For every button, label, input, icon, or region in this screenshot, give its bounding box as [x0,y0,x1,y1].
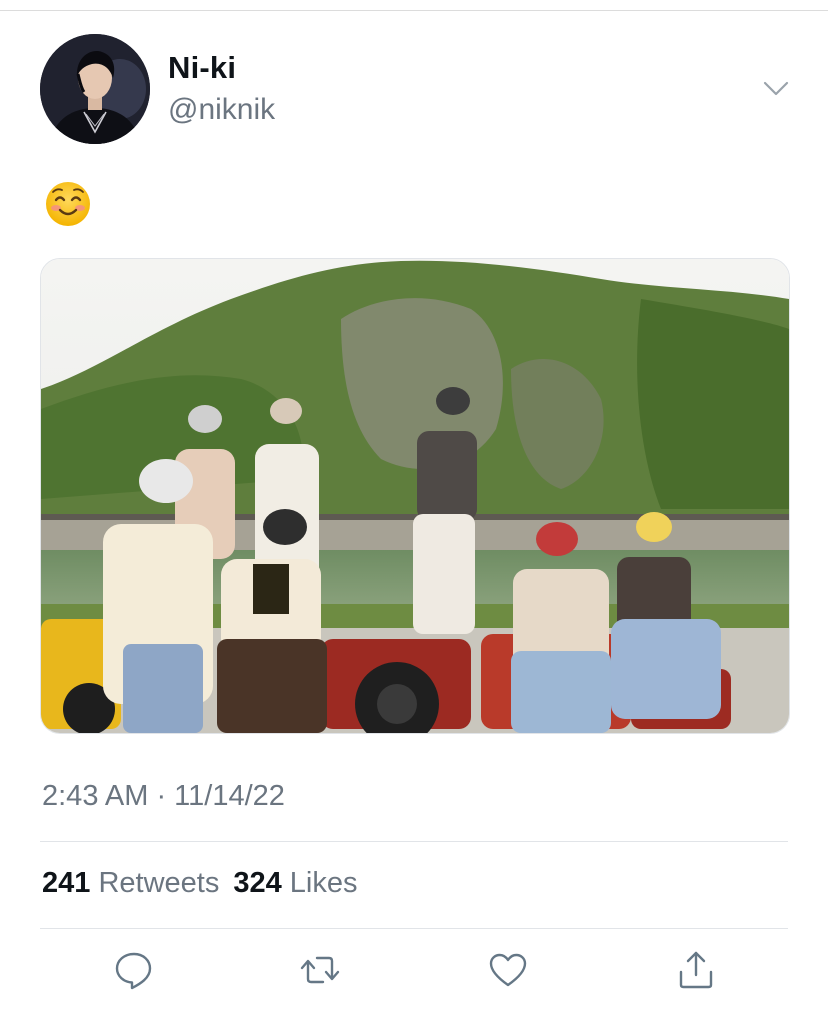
tweet-actions-bar [0,948,828,998]
tweet-timestamp[interactable]: 2:43 AM · 11/14/22 [42,780,285,813]
retweets-stat[interactable]: 241 Retweets [42,867,219,899]
share-icon[interactable] [674,948,718,992]
tweet-photo[interactable] [40,258,790,734]
likes-stat[interactable]: 324 Likes [233,867,357,899]
retweets-label: Retweets [98,867,220,899]
retweet-icon[interactable] [298,948,342,992]
display-name[interactable]: Ni-ki [168,50,236,86]
divider [40,928,788,929]
heart-icon[interactable] [486,948,530,992]
avatar[interactable] [40,34,150,144]
chevron-down-icon[interactable] [760,76,792,100]
retweets-count: 241 [42,867,91,899]
user-handle[interactable]: @niknik [168,93,275,127]
likes-label: Likes [289,867,358,899]
top-divider [0,10,828,11]
divider [40,841,788,842]
reply-icon[interactable] [112,948,156,992]
smiling-face-icon [44,180,92,228]
tweet-stats: 241 Retweets 324 Likes [42,867,358,900]
avatar-image [40,34,150,144]
likes-count: 324 [233,867,282,899]
photo-image [41,259,789,733]
